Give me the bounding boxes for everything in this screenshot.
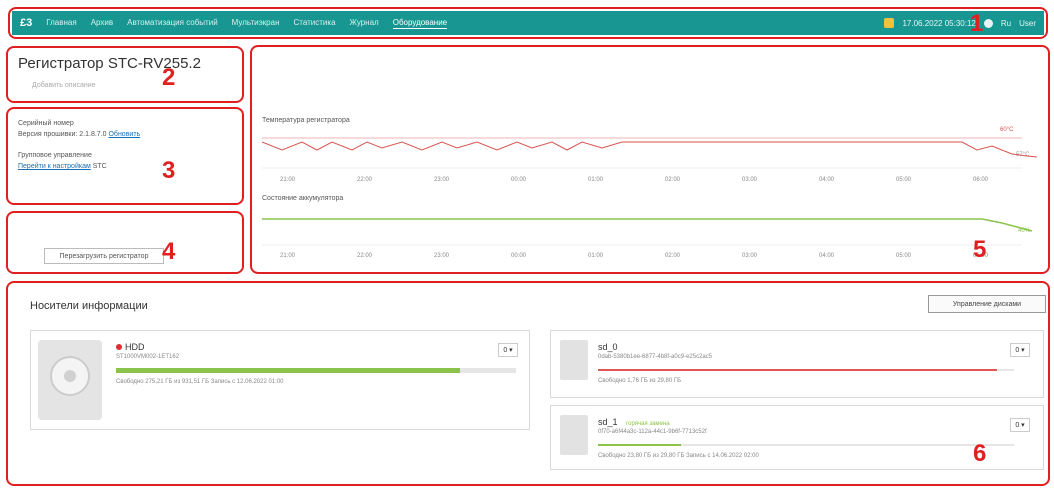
annotation-box-6 xyxy=(6,281,1050,486)
annotation-number-4: 4 xyxy=(162,238,176,265)
annotation-number-5: 5 xyxy=(973,236,987,263)
annotation-box-1 xyxy=(8,7,1048,39)
annotation-box-3 xyxy=(6,107,244,205)
annotation-number-1: 1 xyxy=(970,10,984,37)
annotation-box-5 xyxy=(250,45,1050,274)
annotation-number-3: 3 xyxy=(162,157,176,184)
annotation-box-4 xyxy=(6,211,244,274)
annotation-number-2: 2 xyxy=(162,64,176,91)
annotation-box-2 xyxy=(6,46,244,103)
annotation-number-6: 6 xyxy=(973,440,987,467)
